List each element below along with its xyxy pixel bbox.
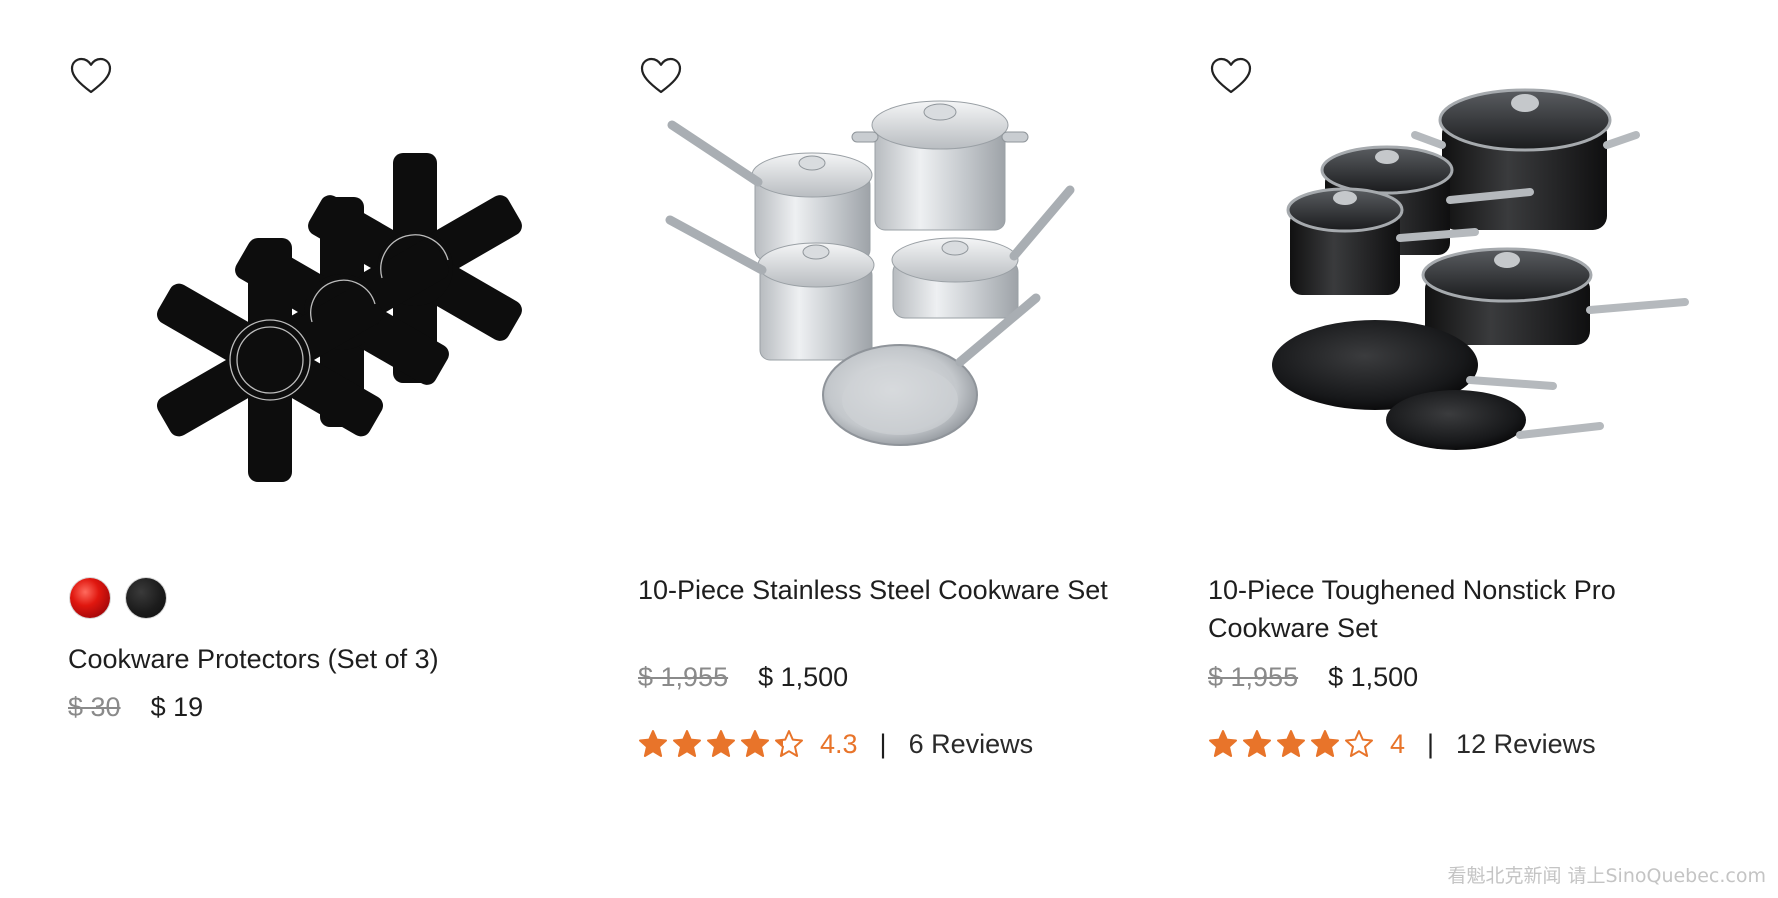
rating-value: 4.3 — [820, 729, 858, 759]
star-filled-icon — [1209, 730, 1237, 757]
rating-separator: | — [1427, 729, 1435, 759]
cookware-protectors-image[interactable] — [60, 60, 560, 540]
sale-price: $ 19 — [150, 692, 204, 722]
star-empty-icon — [1345, 730, 1373, 757]
stainless-cookware-set-image[interactable] — [630, 60, 1130, 540]
swatch-black[interactable] — [126, 578, 166, 618]
color-swatches — [70, 578, 166, 618]
reviews-link[interactable]: 6 Reviews — [909, 727, 1034, 761]
rating-separator: | — [879, 729, 887, 759]
star-filled-icon — [1311, 730, 1339, 757]
product-title[interactable]: Cookware Protectors (Set of 3) — [68, 640, 538, 678]
rating-value: 4 — [1390, 729, 1406, 759]
star-half-icon — [775, 730, 803, 757]
price-block: $ 1,955 $ 1,500 — [638, 660, 848, 694]
star-filled-icon — [673, 730, 701, 757]
product-title[interactable]: 10-Piece Toughened Nonstick Pro Cookware… — [1208, 571, 1678, 647]
watermark-text: 看魁北克新闻 请上SinoQuebec.com — [1447, 865, 1766, 887]
reviews-link[interactable]: 12 Reviews — [1456, 727, 1596, 761]
product-title[interactable]: 10-Piece Stainless Steel Cookware Set — [638, 571, 1108, 609]
product-card-cookware-protectors: Cookware Protectors (Set of 3) $ 30 $ 19 — [60, 0, 560, 898]
price-block: $ 30 $ 19 — [68, 690, 203, 724]
star-rating — [1208, 729, 1374, 759]
sale-price: $ 1,500 — [1328, 662, 1419, 692]
rating-block: 4.3 | 6 Reviews — [638, 727, 1033, 761]
swatch-red[interactable] — [70, 578, 110, 618]
star-rating — [638, 729, 804, 759]
price-block: $ 1,955 $ 1,500 — [1208, 660, 1418, 694]
nonstick-cookware-set-image[interactable] — [1200, 60, 1700, 540]
sale-price: $ 1,500 — [758, 662, 849, 692]
rating-block: 4 | 12 Reviews — [1208, 727, 1596, 761]
original-price: $ 30 — [68, 692, 121, 722]
star-filled-icon — [707, 730, 735, 757]
star-filled-icon — [1277, 730, 1305, 757]
star-filled-icon — [639, 730, 667, 757]
star-filled-icon — [1243, 730, 1271, 757]
original-price: $ 1,955 — [638, 662, 729, 692]
product-card-nonstick-set: 10-Piece Toughened Nonstick Pro Cookware… — [1200, 0, 1700, 898]
original-price: $ 1,955 — [1208, 662, 1299, 692]
product-card-stainless-set: 10-Piece Stainless Steel Cookware Set $ … — [630, 0, 1130, 898]
star-filled-icon — [741, 730, 769, 757]
